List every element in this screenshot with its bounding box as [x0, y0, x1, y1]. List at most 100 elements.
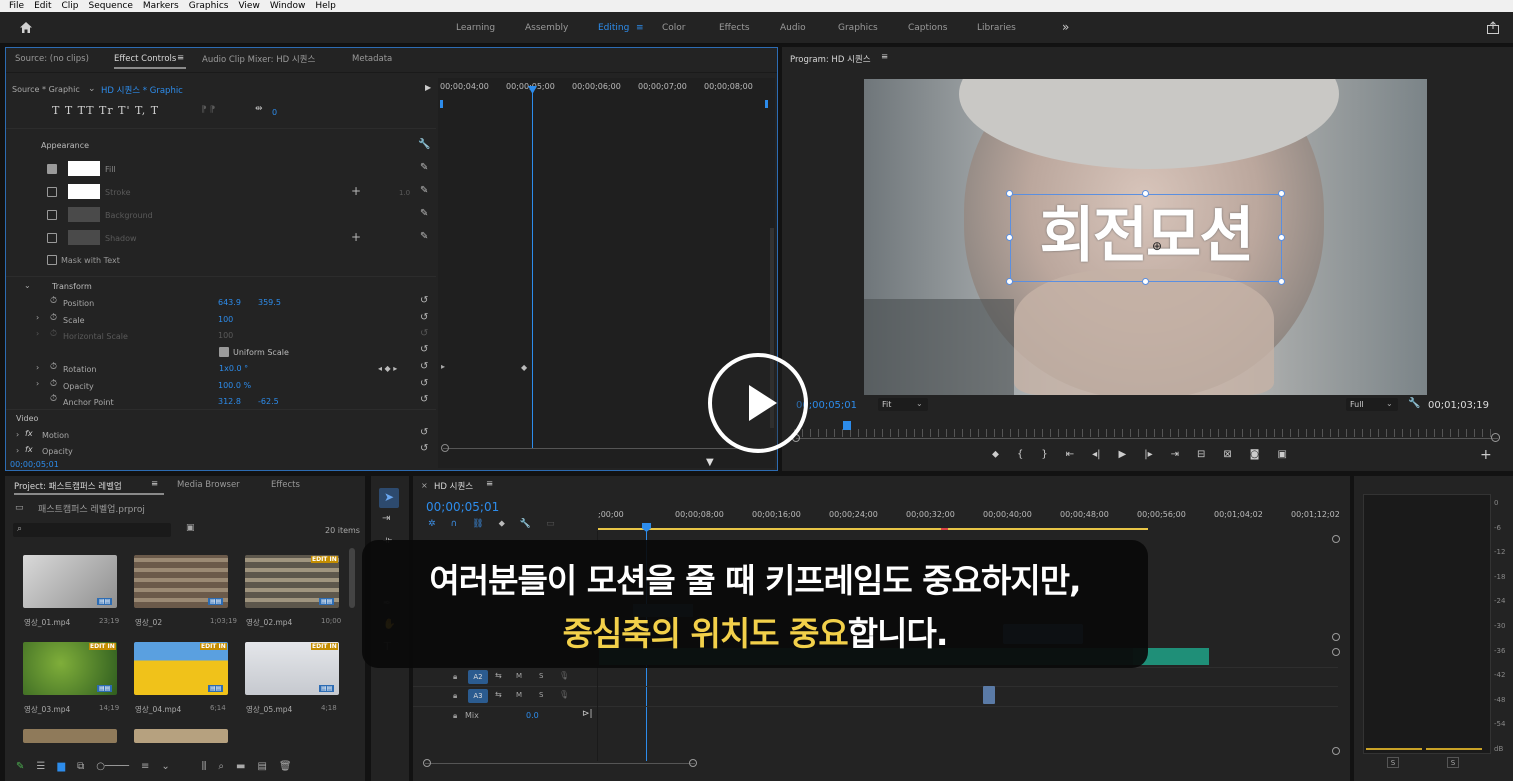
audio-clip-a3[interactable] [983, 686, 995, 704]
menu-item[interactable]: Graphics [189, 1, 229, 11]
expand-icon[interactable]: › [36, 329, 39, 338]
mix-value[interactable]: 0.0 [526, 711, 539, 720]
tab-project[interactable]: Project: 패스트캠퍼스 레벨업 [14, 480, 122, 492]
sync-lock-icon[interactable]: ⇆ [495, 671, 502, 680]
menu-item[interactable]: Sequence [89, 1, 133, 11]
reset-icon[interactable]: ↺ [420, 444, 428, 454]
keyframe-navigator-icon[interactable]: ◂ ◆ ▸ [378, 364, 397, 373]
position-y[interactable]: 359.5 [258, 298, 281, 307]
chevron-down-icon[interactable]: ⌄ [88, 84, 96, 94]
workspace-effects[interactable]: Effects [719, 23, 750, 33]
list-view-icon[interactable]: ☰ [36, 761, 45, 772]
stroke-checkbox[interactable] [47, 187, 57, 197]
tab-audio-clip-mixer[interactable]: Audio Clip Mixer: HD 시퀀스 [202, 53, 315, 65]
fx-icon[interactable]: fx [25, 429, 33, 438]
tab-metadata[interactable]: Metadata [352, 54, 392, 64]
stroke-color-swatch[interactable] [68, 184, 100, 199]
program-playhead[interactable] [843, 421, 851, 430]
filter-icon[interactable]: ▼ [706, 457, 714, 468]
position-x[interactable]: 643.9 [218, 298, 241, 307]
workspace-assembly[interactable]: Assembly [525, 23, 568, 33]
background-checkbox[interactable] [47, 210, 57, 220]
stopwatch-icon[interactable]: ⏱ [50, 314, 57, 323]
step-back-icon[interactable]: ◂| [1092, 449, 1100, 463]
new-bin-icon[interactable]: ▣ [186, 523, 195, 533]
mic-icon[interactable]: 🎙︎ [559, 690, 569, 699]
scale-value[interactable]: 100 [218, 315, 233, 324]
menu-item[interactable]: Window [270, 1, 306, 11]
play-icon[interactable]: ▶ [1119, 449, 1127, 463]
eyedropper-icon[interactable]: ✎ [420, 232, 428, 242]
wrench-icon[interactable]: 🔧 [1408, 399, 1420, 409]
menu-item[interactable]: File [9, 1, 24, 11]
timeline-zoom-bar[interactable] [425, 763, 695, 764]
lift-icon[interactable]: ⊟ [1197, 449, 1205, 463]
panel-menu-icon[interactable]: ≡ [177, 53, 184, 63]
tracking-value[interactable]: 0 [272, 108, 277, 117]
ec-playhead[interactable] [532, 92, 533, 448]
mark-out-icon[interactable]: } [1041, 449, 1047, 463]
find-icon[interactable]: ⌕ [218, 761, 224, 772]
panel-menu-icon[interactable]: ≡ [486, 479, 493, 489]
solo-a2[interactable]: S [539, 672, 543, 680]
uniform-scale-checkbox[interactable] [219, 347, 229, 357]
solo-left[interactable]: S [1387, 757, 1399, 768]
captions-icon[interactable]: ▭ [546, 519, 555, 529]
reset-icon[interactable]: ↺ [420, 313, 428, 323]
mix-arrow-icon[interactable]: ⊳| [582, 709, 593, 719]
workspace-color[interactable]: Color [662, 23, 686, 33]
reset-icon[interactable]: ↺ [420, 345, 428, 355]
add-marker-icon[interactable]: ⬥ [499, 519, 505, 529]
stroke-width[interactable]: 1.0 [399, 189, 410, 197]
mark-in-icon[interactable]: { [1017, 449, 1023, 463]
workspace-graphics[interactable]: Graphics [838, 23, 878, 33]
keyframe-nav-icon[interactable]: ▸ [441, 362, 445, 371]
menu-item[interactable]: Clip [62, 1, 79, 11]
chevron-down-icon[interactable]: ⌄ [24, 281, 31, 290]
reset-icon[interactable]: ↺ [420, 296, 428, 306]
panel-menu-icon[interactable]: ≡ [151, 479, 158, 489]
text-style-tools[interactable]: T T TT Tr T' T, T [52, 104, 159, 117]
project-item-thumbnail[interactable] [23, 729, 117, 743]
resolution-dropdown[interactable]: Full ⌄ [1346, 398, 1398, 411]
video-frame[interactable]: 회전모션 ⊕ [864, 79, 1427, 395]
stopwatch-active-icon[interactable]: ⏱ [50, 363, 57, 372]
new-bin-icon[interactable]: ▬ [236, 761, 245, 772]
fill-color-swatch[interactable] [68, 161, 100, 176]
tab-effects[interactable]: Effects [271, 480, 300, 490]
export-frame-icon[interactable]: ◙ [1250, 449, 1260, 463]
track-a3-target[interactable]: A3 [468, 689, 488, 703]
reset-icon[interactable]: ↺ [420, 395, 428, 405]
add-stroke-icon[interactable]: + [351, 185, 361, 197]
add-shadow-icon[interactable]: + [351, 231, 361, 243]
lock-icon[interactable]: 🔒︎ [453, 711, 457, 721]
paragraph-align-icons[interactable]: ⁋ ⁋ [201, 105, 215, 115]
workspace-editing[interactable]: Editing [598, 23, 629, 33]
sync-lock-icon[interactable]: ⇆ [495, 690, 502, 699]
tab-source[interactable]: Source: (no clips) [15, 54, 89, 64]
zoom-slider[interactable]: ○──── [96, 761, 129, 772]
reset-icon[interactable]: ↺ [420, 379, 428, 389]
reset-icon[interactable]: ↺ [420, 362, 428, 372]
mute-a3[interactable]: M [516, 691, 522, 699]
video-play-overlay-button[interactable] [708, 353, 808, 453]
track-a2-target[interactable]: A2 [468, 670, 488, 684]
project-scrollbar[interactable] [349, 548, 355, 608]
program-title[interactable]: Program: HD 시퀀스 [790, 53, 871, 65]
keyframe-icon[interactable]: ◆ [521, 363, 527, 372]
rotation-value[interactable]: 1x0.0 ° [219, 364, 248, 373]
play-only-icon[interactable]: ▶ [425, 83, 431, 92]
reset-icon[interactable]: ↺ [420, 428, 428, 438]
overlay-title-text[interactable]: 회전모션 [1010, 187, 1282, 274]
eyedropper-icon[interactable]: ✎ [420, 163, 428, 173]
automate-icon[interactable]: ⫼ [202, 761, 207, 772]
go-to-in-icon[interactable]: ⇤ [1066, 449, 1074, 463]
home-icon[interactable] [19, 21, 33, 34]
timeline-timecode[interactable]: 00;00;05;01 [426, 500, 499, 514]
icon-view-icon[interactable]: ▆ [57, 761, 65, 772]
stopwatch-icon[interactable]: ⏱ [50, 380, 57, 389]
lock-icon[interactable]: 🔒︎ [453, 672, 457, 682]
background-color-swatch[interactable] [68, 207, 100, 222]
menu-item[interactable]: Edit [34, 1, 51, 11]
lock-icon[interactable]: 🔒︎ [453, 691, 457, 701]
